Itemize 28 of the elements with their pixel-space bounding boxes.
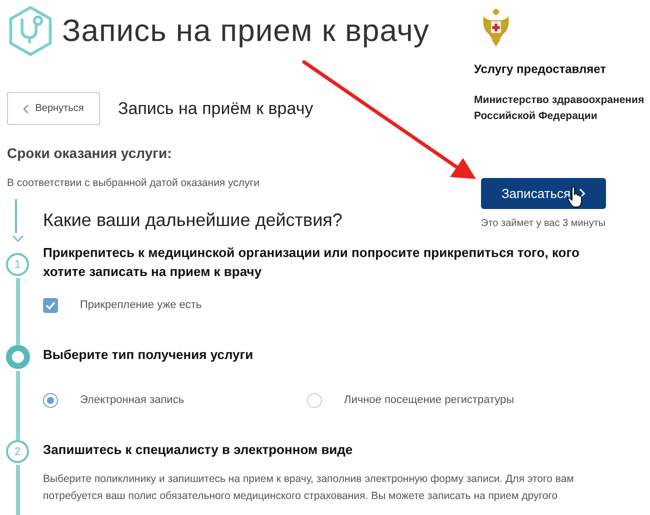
option-label: Электронная запись (80, 394, 184, 406)
service-title: Запись на приём к врачу (118, 98, 314, 118)
chevron-left-icon (23, 104, 30, 114)
arrow-down-icon (12, 235, 24, 243)
step-number: 2 (6, 440, 29, 463)
step-description: Выберите поликлинику и запишитесь на прием к врачу, заполнив электронную форму записи. Для этого вам потребуется ваш полис обязательного медицинского страхования. Вы можете записать на прием другого (43, 472, 575, 504)
option-label: Личное посещение регистратуры (344, 394, 514, 406)
duration-note: Это займет у вас 3 минуты (481, 218, 607, 229)
provider-name: Министерство здравоохранения Российской Федерации (474, 93, 646, 124)
step-title: Выберите тип получения услуги (43, 346, 254, 364)
terms-text: В соответствии с выбранной датой оказания услуги (7, 177, 260, 189)
step-title: Прикрепитесь к медицинской организации или попросите прикрепиться того, кого хотите записать на прием к врачу (43, 244, 580, 281)
provider-label: Услугу предоставляет (474, 62, 608, 76)
radio-button[interactable] (307, 392, 322, 408)
terms-label: Сроки оказания услуги: (7, 145, 173, 161)
step-title: Запишитесь к специалисту в электронном виде (43, 441, 354, 459)
step-number: 1 (6, 253, 29, 276)
checkbox[interactable] (43, 298, 58, 312)
option-label: Прикрепление уже есть (80, 299, 202, 311)
page-header-title: Запись на прием к врачу (62, 13, 430, 49)
radio-button[interactable] (43, 392, 58, 408)
back-button[interactable]: Вернуться (7, 92, 100, 125)
question-heading: Какие ваши дальнейшие действия? (43, 210, 342, 231)
emblem-icon (480, 7, 512, 49)
stethoscope-logo-icon (7, 5, 54, 57)
chevron-icon (578, 188, 586, 199)
current-step-icon (6, 345, 30, 369)
sign-up-button[interactable]: Записаться (481, 178, 606, 209)
